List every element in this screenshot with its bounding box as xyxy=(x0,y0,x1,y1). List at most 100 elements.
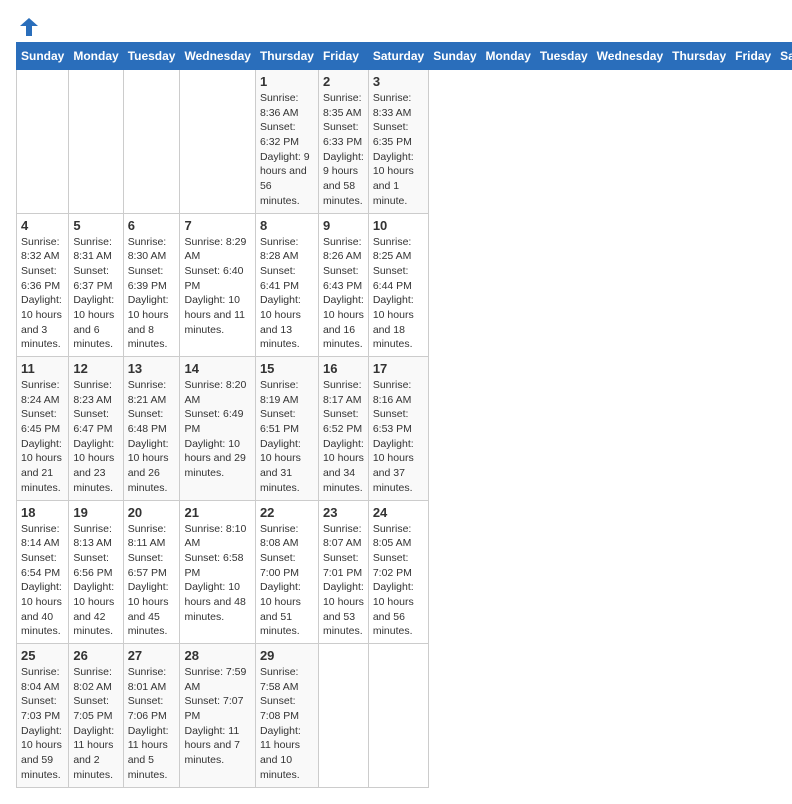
day-cell: 3 Sunrise: 8:33 AM Sunset: 6:35 PM Daylig… xyxy=(368,70,428,214)
col-header-tuesday: Tuesday xyxy=(123,43,180,70)
page-header xyxy=(16,16,776,34)
day-info: Sunrise: 7:59 AM Sunset: 7:07 PM Dayligh… xyxy=(184,665,250,768)
day-number: 25 xyxy=(21,648,64,663)
day-info: Sunrise: 8:36 AM Sunset: 6:32 PM Dayligh… xyxy=(260,91,314,209)
logo xyxy=(16,16,40,34)
day-number: 3 xyxy=(373,74,424,89)
day-number: 18 xyxy=(21,505,64,520)
day-info: Sunrise: 8:31 AM Sunset: 6:37 PM Dayligh… xyxy=(73,235,118,353)
day-cell xyxy=(318,644,368,788)
day-cell: 16Sunrise: 8:17 AM Sunset: 6:52 PM Dayli… xyxy=(318,357,368,501)
day-info: Sunrise: 8:04 AM Sunset: 7:03 PM Dayligh… xyxy=(21,665,64,783)
day-cell: 27Sunrise: 8:01 AM Sunset: 7:06 PM Dayli… xyxy=(123,644,180,788)
col-header-thursday: Thursday xyxy=(668,43,731,70)
day-cell: 1 Sunrise: 8:36 AM Sunset: 6:32 PM Daylig… xyxy=(255,70,318,214)
day-cell: 2Sunrise: 8:35 AM Sunset: 6:33 PM Daylig… xyxy=(318,70,368,214)
day-number: 4 xyxy=(21,218,64,233)
day-cell xyxy=(17,70,69,214)
day-number: 26 xyxy=(73,648,118,663)
col-header-saturday: Saturday xyxy=(368,43,428,70)
day-info: Sunrise: 7:58 AM Sunset: 7:08 PM Dayligh… xyxy=(260,665,314,783)
day-cell: 24 Sunrise: 8:05 AM Sunset: 7:02 PM Dayli… xyxy=(368,500,428,644)
day-number: 24 xyxy=(373,505,424,520)
week-row-1: 1 Sunrise: 8:36 AM Sunset: 6:32 PM Daylig… xyxy=(17,70,792,214)
day-cell: 15 Sunrise: 8:19 AM Sunset: 6:51 PM Dayli… xyxy=(255,357,318,501)
day-number: 22 xyxy=(260,505,314,520)
day-cell xyxy=(368,644,428,788)
day-info: Sunrise: 8:17 AM Sunset: 6:52 PM Dayligh… xyxy=(323,378,364,496)
day-cell: 28 Sunrise: 7:59 AM Sunset: 7:07 PM Dayli… xyxy=(180,644,255,788)
day-number: 1 xyxy=(260,74,314,89)
day-info: Sunrise: 8:24 AM Sunset: 6:45 PM Dayligh… xyxy=(21,378,64,496)
day-number: 20 xyxy=(128,505,176,520)
day-cell: 25 Sunrise: 8:04 AM Sunset: 7:03 PM Dayli… xyxy=(17,644,69,788)
day-cell: 10Sunrise: 8:25 AM Sunset: 6:44 PM Dayli… xyxy=(368,213,428,357)
calendar-header-row: SundayMondayTuesdayWednesdayThursdayFrid… xyxy=(17,43,792,70)
day-info: Sunrise: 8:23 AM Sunset: 6:47 PM Dayligh… xyxy=(73,378,118,496)
col-header-monday: Monday xyxy=(481,43,535,70)
day-cell: 6Sunrise: 8:30 AM Sunset: 6:39 PM Daylig… xyxy=(123,213,180,357)
col-header-friday: Friday xyxy=(731,43,776,70)
day-number: 8 xyxy=(260,218,314,233)
day-info: Sunrise: 8:16 AM Sunset: 6:53 PM Dayligh… xyxy=(373,378,424,496)
day-cell: 13Sunrise: 8:21 AM Sunset: 6:48 PM Dayli… xyxy=(123,357,180,501)
week-row-5: 25 Sunrise: 8:04 AM Sunset: 7:03 PM Dayli… xyxy=(17,644,792,788)
day-cell: 22 Sunrise: 8:08 AM Sunset: 7:00 PM Dayli… xyxy=(255,500,318,644)
day-info: Sunrise: 8:26 AM Sunset: 6:43 PM Dayligh… xyxy=(323,235,364,353)
day-cell: 4 Sunrise: 8:32 AM Sunset: 6:36 PM Daylig… xyxy=(17,213,69,357)
day-info: Sunrise: 8:29 AM Sunset: 6:40 PM Dayligh… xyxy=(184,235,250,338)
day-cell: 29 Sunrise: 7:58 AM Sunset: 7:08 PM Dayli… xyxy=(255,644,318,788)
day-info: Sunrise: 8:05 AM Sunset: 7:02 PM Dayligh… xyxy=(373,522,424,640)
day-info: Sunrise: 8:10 AM Sunset: 6:58 PM Dayligh… xyxy=(184,522,250,625)
day-cell: 19Sunrise: 8:13 AM Sunset: 6:56 PM Dayli… xyxy=(69,500,123,644)
day-info: Sunrise: 8:21 AM Sunset: 6:48 PM Dayligh… xyxy=(128,378,176,496)
day-info: Sunrise: 8:33 AM Sunset: 6:35 PM Dayligh… xyxy=(373,91,424,209)
day-number: 12 xyxy=(73,361,118,376)
col-header-tuesday: Tuesday xyxy=(535,43,592,70)
day-info: Sunrise: 8:19 AM Sunset: 6:51 PM Dayligh… xyxy=(260,378,314,496)
col-header-sunday: Sunday xyxy=(17,43,69,70)
day-number: 15 xyxy=(260,361,314,376)
day-number: 29 xyxy=(260,648,314,663)
day-info: Sunrise: 8:08 AM Sunset: 7:00 PM Dayligh… xyxy=(260,522,314,640)
day-cell: 20Sunrise: 8:11 AM Sunset: 6:57 PM Dayli… xyxy=(123,500,180,644)
day-cell: 5 Sunrise: 8:31 AM Sunset: 6:37 PM Daylig… xyxy=(69,213,123,357)
day-number: 17 xyxy=(373,361,424,376)
day-cell: 11 Sunrise: 8:24 AM Sunset: 6:45 PM Dayli… xyxy=(17,357,69,501)
day-cell: 21 Sunrise: 8:10 AM Sunset: 6:58 PM Dayli… xyxy=(180,500,255,644)
day-number: 23 xyxy=(323,505,364,520)
col-header-sunday: Sunday xyxy=(429,43,481,70)
col-header-wednesday: Wednesday xyxy=(592,43,667,70)
day-cell: 9 Sunrise: 8:26 AM Sunset: 6:43 PM Daylig… xyxy=(318,213,368,357)
col-header-friday: Friday xyxy=(318,43,368,70)
day-info: Sunrise: 8:14 AM Sunset: 6:54 PM Dayligh… xyxy=(21,522,64,640)
day-info: Sunrise: 8:02 AM Sunset: 7:05 PM Dayligh… xyxy=(73,665,118,783)
calendar-table: SundayMondayTuesdayWednesdayThursdayFrid… xyxy=(16,42,792,788)
day-cell: 12 Sunrise: 8:23 AM Sunset: 6:47 PM Dayli… xyxy=(69,357,123,501)
day-cell: 17 Sunrise: 8:16 AM Sunset: 6:53 PM Dayli… xyxy=(368,357,428,501)
day-number: 5 xyxy=(73,218,118,233)
col-header-monday: Monday xyxy=(69,43,123,70)
day-info: Sunrise: 8:20 AM Sunset: 6:49 PM Dayligh… xyxy=(184,378,250,481)
week-row-3: 11 Sunrise: 8:24 AM Sunset: 6:45 PM Dayli… xyxy=(17,357,792,501)
day-number: 9 xyxy=(323,218,364,233)
week-row-2: 4 Sunrise: 8:32 AM Sunset: 6:36 PM Daylig… xyxy=(17,213,792,357)
day-cell: 26 Sunrise: 8:02 AM Sunset: 7:05 PM Dayli… xyxy=(69,644,123,788)
col-header-saturday: Saturday xyxy=(776,43,792,70)
day-cell: 18 Sunrise: 8:14 AM Sunset: 6:54 PM Dayli… xyxy=(17,500,69,644)
day-cell xyxy=(123,70,180,214)
day-number: 11 xyxy=(21,361,64,376)
day-cell: 14Sunrise: 8:20 AM Sunset: 6:49 PM Dayli… xyxy=(180,357,255,501)
day-number: 28 xyxy=(184,648,250,663)
day-info: Sunrise: 8:32 AM Sunset: 6:36 PM Dayligh… xyxy=(21,235,64,353)
logo-bird-icon xyxy=(18,16,40,38)
day-info: Sunrise: 8:07 AM Sunset: 7:01 PM Dayligh… xyxy=(323,522,364,640)
day-cell: 23 Sunrise: 8:07 AM Sunset: 7:01 PM Dayli… xyxy=(318,500,368,644)
day-number: 21 xyxy=(184,505,250,520)
day-cell xyxy=(180,70,255,214)
col-header-wednesday: Wednesday xyxy=(180,43,255,70)
week-row-4: 18 Sunrise: 8:14 AM Sunset: 6:54 PM Dayli… xyxy=(17,500,792,644)
day-info: Sunrise: 8:35 AM Sunset: 6:33 PM Dayligh… xyxy=(323,91,364,209)
day-cell: 7Sunrise: 8:29 AM Sunset: 6:40 PM Daylig… xyxy=(180,213,255,357)
day-info: Sunrise: 8:01 AM Sunset: 7:06 PM Dayligh… xyxy=(128,665,176,783)
